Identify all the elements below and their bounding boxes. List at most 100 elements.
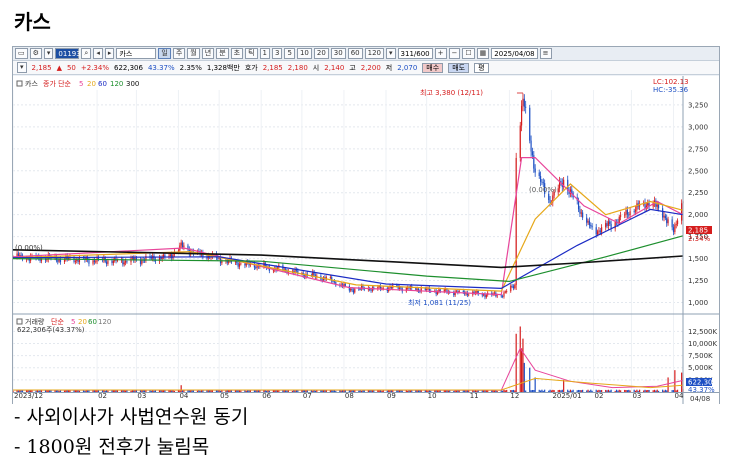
- volume-bar: [401, 390, 403, 392]
- candle-body: [514, 284, 516, 289]
- candle-body: [586, 217, 588, 223]
- vol-legend-5: 5: [71, 318, 75, 326]
- zoom-out-icon[interactable]: −: [448, 48, 461, 59]
- volume-bar: [381, 390, 383, 392]
- candle-body: [485, 294, 487, 298]
- interval-20-button[interactable]: 20: [313, 48, 329, 59]
- search-icon[interactable]: ⌕: [81, 48, 92, 59]
- x-tick-label: 10: [428, 392, 437, 400]
- candle-body: [676, 220, 679, 225]
- stock-code-field[interactable]: 011930: [55, 48, 85, 59]
- candle-body: [416, 288, 418, 290]
- volume-bar: [519, 326, 521, 392]
- interval-5-button[interactable]: 5: [284, 48, 295, 59]
- candle-body: [20, 254, 22, 256]
- sell-button[interactable]: 매도: [448, 62, 470, 73]
- volume-bar: [664, 389, 666, 392]
- settings-icon[interactable]: ⚙: [29, 48, 42, 59]
- candle-body: [587, 220, 589, 223]
- candle-body: [549, 200, 551, 203]
- volume-legend-ma: 단순: [51, 317, 64, 326]
- stock-chart[interactable]: 1,000 1,250 1,500 1,750 2,000 2,250 2,500 2,750…: [13, 76, 719, 404]
- zoom-in-icon[interactable]: +: [434, 48, 447, 59]
- volume-bar: [538, 389, 540, 392]
- chart-axes: 1,0001,2501,5001,7502,0002,2502,5002,750…: [13, 76, 719, 404]
- candle-body: [606, 223, 608, 226]
- volume-bar: [647, 390, 649, 392]
- candle-body: [415, 287, 417, 290]
- volume-bar: [455, 390, 458, 392]
- candle-body: [255, 267, 257, 269]
- candle-body: [105, 261, 108, 264]
- candle-body: [674, 224, 676, 233]
- buy-button[interactable]: 매수: [422, 62, 444, 73]
- candle-body: [443, 289, 445, 292]
- bar-count-field[interactable]: 311/600: [397, 48, 433, 59]
- legend-ma60: 60: [98, 80, 107, 88]
- candle-body: [502, 296, 504, 297]
- candle-body: [557, 188, 559, 193]
- checkbox-icon[interactable]: ☐: [462, 48, 475, 59]
- quote-price: 2,185: [31, 63, 52, 72]
- period-week-button[interactable]: 주: [172, 48, 186, 59]
- interval-120-button[interactable]: 120: [364, 48, 385, 59]
- dropdown-icon[interactable]: ▾: [386, 48, 396, 59]
- interval-10-button[interactable]: 10: [296, 48, 312, 59]
- x-tick-label: 08: [345, 392, 354, 400]
- period-year-button[interactable]: 년: [201, 48, 215, 59]
- menu-icon[interactable]: ≡: [539, 48, 552, 59]
- chart-window: ▭ ⚙ ▾ 011930 ⌕ ◂ ▸ 카스 일 주 월 년 분 초 틱 1 3 …: [12, 46, 720, 404]
- quote-low: 2,070: [397, 63, 418, 72]
- candle-body: [510, 285, 512, 292]
- candle-body: [588, 220, 591, 226]
- candle-body: [236, 261, 238, 263]
- volume-bar: [521, 348, 523, 392]
- period-tick-button[interactable]: 틱: [245, 48, 258, 59]
- candle-body: [107, 260, 109, 264]
- interval-60-button[interactable]: 60: [347, 48, 363, 59]
- flat-button[interactable]: 평: [474, 62, 489, 73]
- volume-tick-label: 5,000K: [688, 364, 713, 372]
- volume-bar: [199, 390, 201, 392]
- candle-body: [504, 291, 506, 293]
- candle-body: [511, 285, 513, 287]
- candle-body: [332, 281, 334, 283]
- price-tick-label: 2,000: [688, 211, 708, 219]
- ma5-line: [13, 156, 684, 296]
- volume-bar: [657, 390, 660, 392]
- candle-body: [93, 260, 95, 262]
- calendar-icon[interactable]: ▦: [476, 48, 490, 59]
- candle-body: [493, 292, 496, 294]
- chart-type-icon[interactable]: ▾: [43, 48, 54, 59]
- stock-chart-svg[interactable]: 1,0001,2501,5001,7502,0002,2502,5002,750…: [13, 76, 719, 404]
- interval-3-button[interactable]: 3: [272, 48, 283, 59]
- volume-bar: [549, 389, 551, 392]
- next-stock-icon[interactable]: ▸: [104, 48, 115, 59]
- date-field[interactable]: 2025/04/08: [491, 48, 538, 59]
- chart-toolbar: ▭ ⚙ ▾ 011930 ⌕ ◂ ▸ 카스 일 주 월 년 분 초 틱 1 3 …: [13, 47, 719, 61]
- layout-icon[interactable]: ▭: [15, 48, 28, 59]
- volume-bar: [525, 390, 527, 392]
- period-minute-button[interactable]: 분: [216, 48, 229, 59]
- volume-bar: [240, 390, 242, 392]
- volume-bar: [624, 389, 626, 392]
- quote-change: 50: [66, 63, 76, 72]
- volume-bar: [531, 389, 534, 392]
- quote-settings-icon[interactable]: ▾: [17, 62, 27, 73]
- period-second-button[interactable]: 초: [230, 48, 244, 59]
- stock-name-field[interactable]: 카스: [116, 48, 157, 59]
- volume-bar: [84, 390, 86, 392]
- candle-body: [657, 204, 660, 209]
- volume-bar: [130, 390, 132, 392]
- volume-bar: [666, 390, 668, 392]
- candle-body: [512, 286, 515, 289]
- period-day-button[interactable]: 일: [158, 48, 171, 59]
- period-month-button[interactable]: 월: [187, 48, 200, 59]
- legend-ma20: 20: [87, 80, 96, 88]
- x-tick-label: 2023/12: [14, 392, 43, 400]
- price-tick-label: 1,000: [688, 299, 708, 307]
- interval-30-button[interactable]: 30: [330, 48, 346, 59]
- interval-1-button[interactable]: 1: [259, 48, 271, 59]
- prev-stock-icon[interactable]: ◂: [93, 48, 103, 59]
- candle-body: [484, 294, 486, 298]
